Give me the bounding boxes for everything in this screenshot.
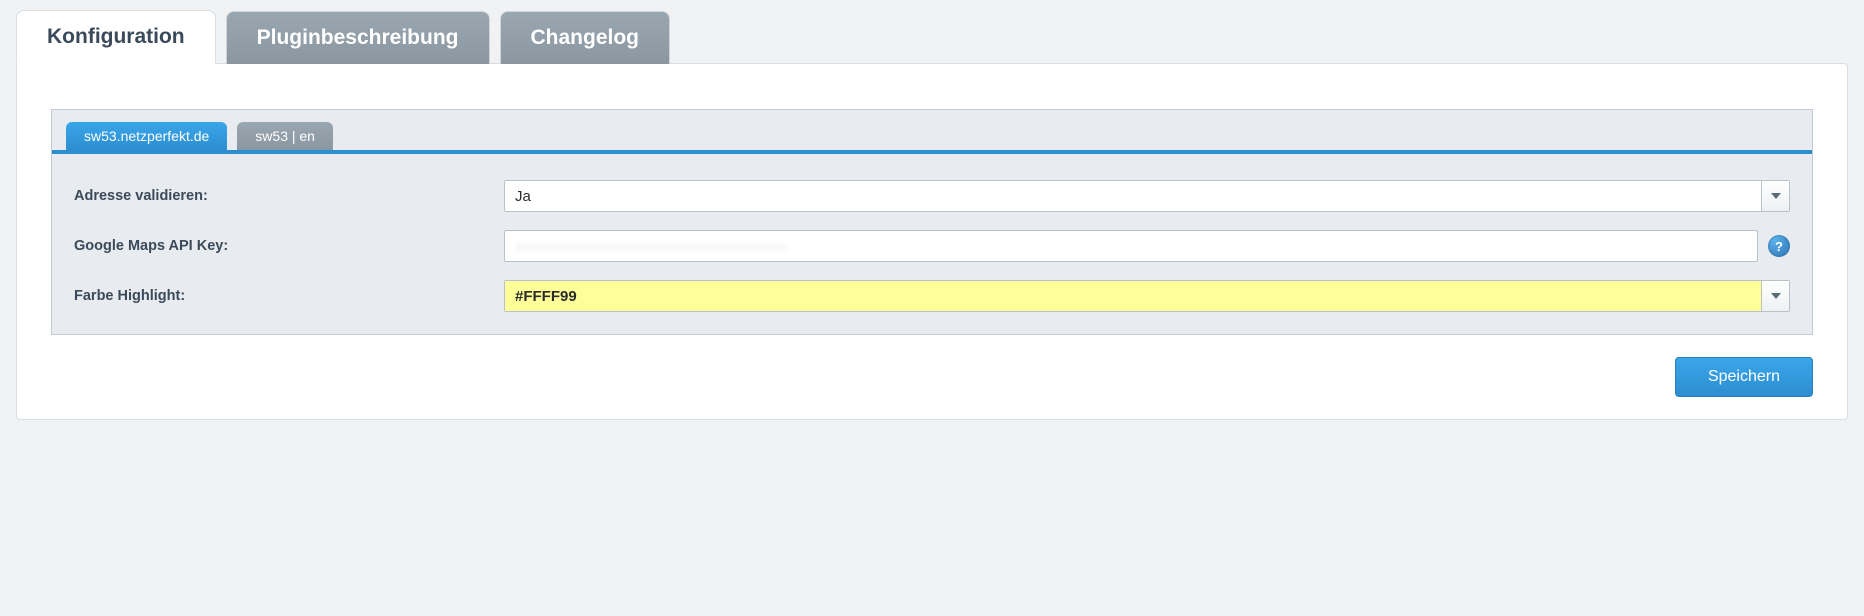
label-validate-address: Adresse validieren: [74,188,504,204]
inner-tabs: sw53.netzperfekt.de sw53 | en [52,110,1812,150]
row-validate-address: Adresse validieren: [74,180,1790,212]
config-block: sw53.netzperfekt.de sw53 | en Adresse va… [51,109,1813,335]
chevron-down-icon[interactable] [1761,281,1789,311]
tab-pluginbeschreibung[interactable]: Pluginbeschreibung [226,11,490,64]
inner-tab-shop-en[interactable]: sw53 | en [237,122,333,150]
outer-tabs: Konfiguration Pluginbeschreibung Changel… [16,10,1848,64]
select-highlight-color[interactable] [504,280,1790,312]
inner-tab-shop-de[interactable]: sw53.netzperfekt.de [66,122,227,150]
select-validate-address-value[interactable] [505,181,1761,211]
select-highlight-color-value[interactable] [505,281,1761,311]
select-validate-address[interactable] [504,180,1790,212]
tab-changelog[interactable]: Changelog [500,11,671,64]
input-api-key[interactable] [505,231,1757,261]
row-highlight-color: Farbe Highlight: [74,280,1790,312]
chevron-down-icon[interactable] [1761,181,1789,211]
config-form: Adresse validieren: Google Maps API Key: [52,154,1812,334]
row-api-key: Google Maps API Key: ? [74,230,1790,262]
label-highlight-color: Farbe Highlight: [74,288,504,304]
tab-konfiguration[interactable]: Konfiguration [16,10,216,64]
button-row: Speichern [51,335,1813,397]
save-button[interactable]: Speichern [1675,357,1813,397]
config-panel: sw53.netzperfekt.de sw53 | en Adresse va… [16,63,1848,420]
label-api-key: Google Maps API Key: [74,238,504,254]
help-icon[interactable]: ? [1768,235,1790,257]
input-api-key-wrap [504,230,1758,262]
